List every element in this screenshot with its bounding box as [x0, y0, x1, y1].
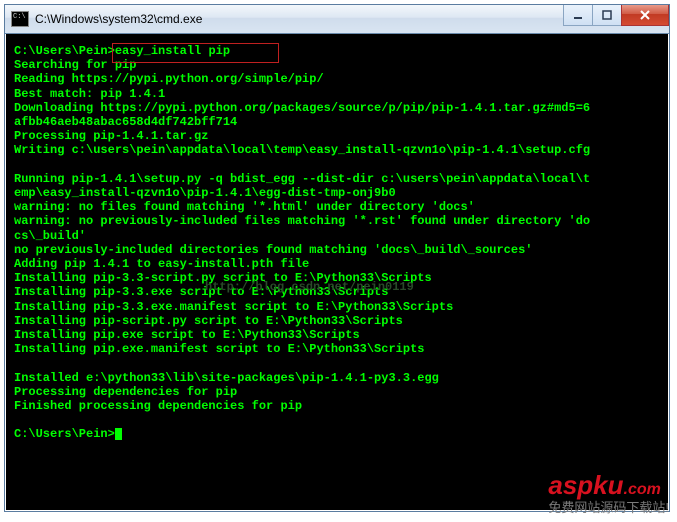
output-line: Adding pip 1.4.1 to easy-install.pth fil… [14, 257, 660, 271]
output-line: Downloading https://pypi.python.org/pack… [14, 101, 660, 115]
output-line: Searching for pip [14, 58, 660, 72]
output-line [14, 158, 660, 172]
prompt: C:\Users\Pein> [14, 44, 115, 58]
terminal-area[interactable]: C:\Users\Pein>easy_install pip Searching… [10, 38, 664, 506]
prompt-line-2: C:\Users\Pein> [14, 427, 660, 441]
output-line: Installing pip.exe.manifest script to E:… [14, 342, 660, 356]
output-line: Installing pip.exe script to E:\Python33… [14, 328, 660, 342]
cursor [115, 428, 122, 440]
prompt: C:\Users\Pein> [14, 427, 115, 441]
output-line: Writing c:\users\pein\appdata\local\temp… [14, 143, 660, 157]
output-line: Running pip-1.4.1\setup.py -q bdist_egg … [14, 172, 660, 186]
window-title: C:\Windows\system32\cmd.exe [35, 12, 202, 26]
minimize-button[interactable] [563, 5, 593, 26]
output-line: emp\easy_install-qzvn1o\pip-1.4.1\egg-di… [14, 186, 660, 200]
output-line: Finished processing dependencies for pip [14, 399, 660, 413]
output-line: cs\_build' [14, 229, 660, 243]
close-button[interactable] [621, 5, 669, 26]
output-line: no previously-included directories found… [14, 243, 660, 257]
output-line: Processing pip-1.4.1.tar.gz [14, 129, 660, 143]
output-line: Installing pip-3.3.exe.manifest script t… [14, 300, 660, 314]
cmd-window: C:\Windows\system32\cmd.exe C:\Users\Pei… [4, 4, 670, 512]
output-line: warning: no previously-included files ma… [14, 214, 660, 228]
maximize-button[interactable] [592, 5, 622, 26]
output-line: warning: no files found matching '*.html… [14, 200, 660, 214]
output-line: Installing pip-script.py script to E:\Py… [14, 314, 660, 328]
output-line: Reading https://pypi.python.org/simple/p… [14, 72, 660, 86]
window-buttons [564, 5, 669, 25]
cmd-icon [11, 11, 29, 27]
prompt-line: C:\Users\Pein>easy_install pip [14, 44, 660, 58]
output-line: Best match: pip 1.4.1 [14, 87, 660, 101]
terminal-output: Searching for pipReading https://pypi.py… [14, 58, 660, 427]
command-input[interactable]: easy_install pip [115, 44, 230, 58]
output-line [14, 356, 660, 370]
output-line [14, 413, 660, 427]
output-line: Installing pip-3.3.exe script to E:\Pyth… [14, 285, 660, 299]
output-line: Installing pip-3.3-script.py script to E… [14, 271, 660, 285]
output-line: afbb46aeb48abac658d4df742bff714 [14, 115, 660, 129]
titlebar[interactable]: C:\Windows\system32\cmd.exe [5, 5, 669, 34]
output-line: Installed e:\python33\lib\site-packages\… [14, 371, 660, 385]
output-line: Processing dependencies for pip [14, 385, 660, 399]
